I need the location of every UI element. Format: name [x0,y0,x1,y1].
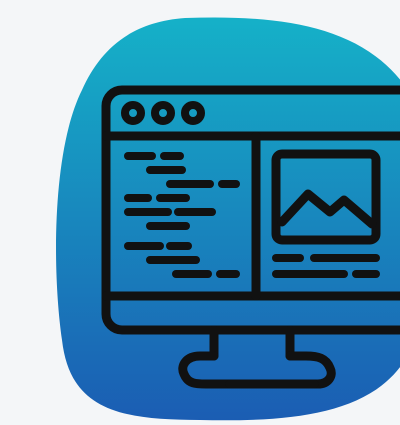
app-icon-canvas [0,0,400,425]
web-development-monitor-icon [56,17,400,421]
